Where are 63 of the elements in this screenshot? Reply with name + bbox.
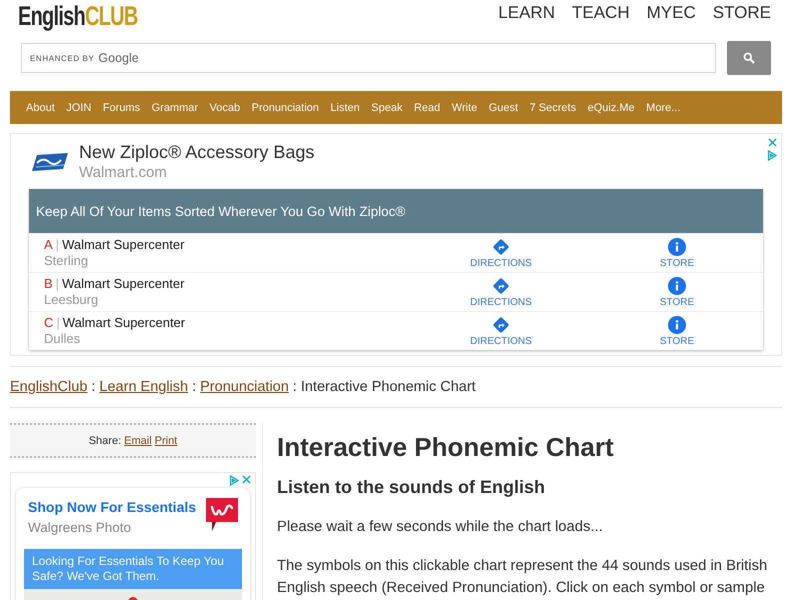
breadcrumb-link[interactable]: Learn English — [99, 378, 188, 396]
nav-link[interactable]: Pronunciation — [252, 102, 319, 114]
article-paragraph: Please wait a few seconds while the chart loads... — [277, 518, 604, 537]
close-icon[interactable] — [242, 475, 251, 484]
top-nav-link[interactable]: STORE — [712, 2, 771, 24]
store-city: Sterling — [44, 253, 90, 269]
nav-link[interactable]: Forums — [102, 102, 140, 114]
top-nav-link[interactable]: MYEC — [646, 2, 696, 24]
store-button[interactable]: STORE — [591, 273, 763, 311]
side-ad-title[interactable]: Shop Now For Essentials — [28, 498, 196, 517]
store-name[interactable]: A | Walmart Supercenter — [44, 237, 411, 253]
nav-link[interactable]: Speak — [371, 102, 402, 114]
top-nav-link[interactable]: TEACH — [572, 2, 630, 24]
top-nav-link[interactable]: LEARN — [498, 2, 555, 24]
close-icon[interactable] — [768, 138, 776, 147]
article-title: Interactive Phonemic Chart — [277, 431, 615, 463]
ad-advertiser: Walmart.com — [79, 163, 168, 183]
nav-link[interactable]: Listen — [330, 102, 360, 114]
directions-button[interactable]: DIRECTIONS — [411, 234, 591, 272]
store-button[interactable]: STORE — [591, 312, 763, 350]
search-button[interactable] — [727, 41, 771, 75]
directions-button[interactable]: DIRECTIONS — [411, 273, 591, 311]
article-paragraph: The symbols on this clickable chart represent the 44 sounds used in British English speech (Received Pronunciation). Click on each symbol or sample — [277, 557, 768, 598]
breadcrumb-link[interactable]: EnglishClub — [10, 378, 88, 396]
share-link[interactable]: Print — [154, 434, 178, 446]
store-city: Leesburg — [44, 292, 100, 308]
play-triangle-icon[interactable] — [229, 475, 239, 486]
store-city: Dulles — [44, 331, 82, 347]
nav-link[interactable]: Vocab — [210, 102, 240, 114]
nav-link[interactable]: About — [26, 102, 55, 114]
search-field[interactable]: ENHANCED BY Google — [21, 43, 716, 73]
search-icon — [743, 52, 755, 64]
brand-tile-icon — [206, 498, 238, 531]
share-link[interactable]: Email — [124, 434, 152, 446]
play-triangle-icon[interactable] — [767, 150, 777, 161]
breadcrumb-link[interactable]: Pronunciation — [200, 378, 289, 396]
store-name[interactable]: B | Walmart Supercenter — [44, 276, 411, 292]
info-icon — [668, 276, 686, 294]
directions-button[interactable]: DIRECTIONS — [411, 312, 591, 350]
store-button[interactable]: STORE — [591, 234, 763, 272]
nav-link[interactable]: 7 Secrets — [530, 102, 576, 114]
nav-link[interactable]: JOIN — [66, 102, 92, 114]
breadcrumb-separator: : — [192, 378, 196, 396]
store-name[interactable]: C | Walmart Supercenter — [44, 315, 411, 331]
nav-link[interactable]: Grammar — [152, 102, 198, 114]
side-ad-message[interactable]: Looking For Essentials To Keep You Safe? We've Got Them. — [24, 549, 242, 589]
info-icon — [668, 316, 686, 334]
ad-banner: Keep All Of Your Items Sorted Wherever You Go With Ziploc® — [29, 189, 763, 233]
breadcrumb-current: Interactive Phonemic Chart — [300, 378, 476, 396]
info-icon — [668, 238, 686, 256]
nav-link[interactable]: eQuiz.Me — [588, 102, 635, 114]
site-logo[interactable]: EnglishCLUB — [18, 0, 138, 33]
breadcrumb-separator: : — [91, 378, 96, 396]
nav-link[interactable]: Read — [414, 102, 440, 114]
nav-link[interactable]: Guest — [488, 102, 518, 114]
nav-link[interactable]: Write — [452, 102, 478, 114]
brand-logo-icon — [31, 152, 69, 172]
side-ad-advertiser: Walgreens Photo — [28, 519, 132, 537]
nav-link[interactable]: More... — [646, 102, 680, 114]
ad-title[interactable]: New Ziploc® Accessory Bags — [79, 141, 314, 163]
breadcrumb-separator: : — [292, 378, 297, 396]
share-label: Share: — [88, 434, 122, 446]
article-subtitle: Listen to the sounds of English — [277, 476, 546, 499]
